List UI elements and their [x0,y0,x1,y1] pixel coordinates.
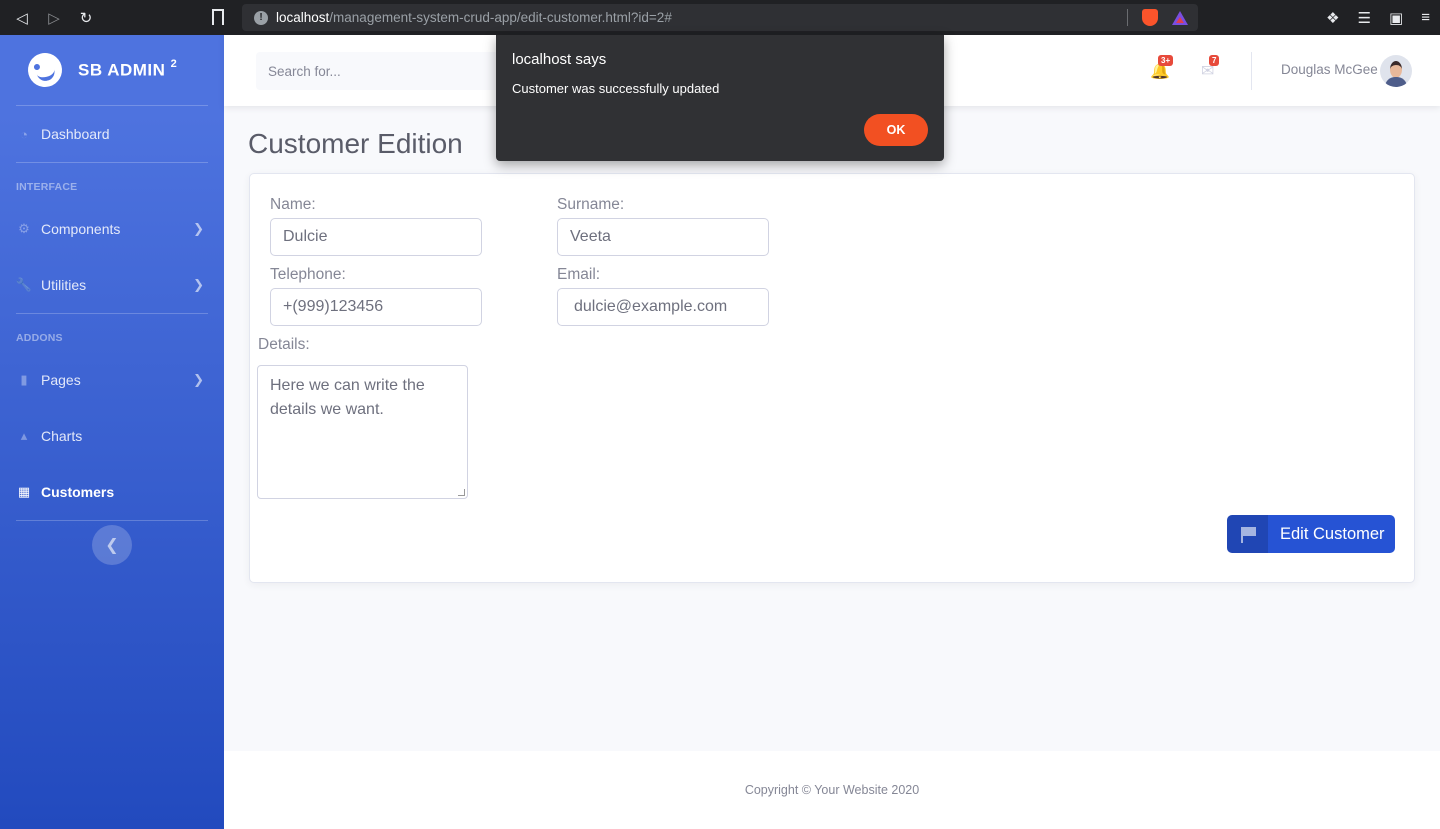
dialog-ok-button[interactable]: OK [864,114,928,146]
brave-shield-icon[interactable] [1142,9,1158,26]
sidebar-item-components[interactable]: ⚙ Components ❯ [0,201,224,257]
wrench-icon: 🔧 [15,277,33,292]
details-textarea[interactable]: Here we can write the details we want. [257,365,468,499]
messages-badge: 7 [1209,55,1220,66]
surname-label: Surname: [557,196,625,213]
site-info-icon[interactable]: ! [254,10,268,25]
sidebar-item-label: Components [41,221,121,237]
playlist-icon[interactable]: ☰ [1358,9,1371,27]
page-title: Customer Edition [248,128,463,159]
tachometer-icon: ◔ [20,126,28,142]
chevron-left-icon: ❮ [105,537,119,554]
table-icon: ▦ [17,484,31,499]
sidebar-item-dashboard[interactable]: ◔ Dashboard [0,106,224,162]
chart-area-icon: ▴ [20,428,28,443]
back-icon[interactable]: ◁ [6,0,38,35]
sidebar-divider [16,520,208,521]
sidebar-item-label: Pages [41,372,81,388]
edit-customer-button[interactable]: Edit Customer [1227,515,1395,553]
reload-icon[interactable]: ↻ [70,0,102,35]
chevron-right-icon: ❯ [193,221,204,236]
surname-input[interactable]: Veeta [557,218,769,256]
cog-icon: ⚙ [18,221,30,236]
email-input[interactable]: dulcie@example.com [557,288,769,326]
telephone-input[interactable]: +(999)123456 [270,288,482,326]
name-label: Name: [270,196,316,213]
telephone-label: Telephone: [270,266,346,283]
sidebar-heading-interface: Interface [16,181,78,193]
sidebar-item-label: Customers [41,484,115,500]
chevron-right-icon: ❯ [193,372,204,387]
brand-text: SB ADMIN 2 [78,57,178,80]
bookmark-icon[interactable] [212,9,224,27]
address-bar[interactable]: ! localhost/management-system-crud-app/e… [242,4,1198,31]
extensions-icon[interactable]: ❖ [1326,9,1339,27]
menu-icon[interactable]: ≡ [1421,9,1430,26]
user-name[interactable]: Douglas McGee [1281,62,1378,77]
forward-icon[interactable]: ▷ [38,0,70,35]
laugh-wink-icon [24,49,66,91]
sidebar-item-charts[interactable]: ▴ Charts [0,408,224,464]
dialog-message: Customer was successfully updated [512,81,720,96]
sidebar-item-customers[interactable]: ▦ Customers [0,464,224,520]
avatar[interactable] [1380,55,1412,87]
sidebar: SB ADMIN 2 ◔ Dashboard Interface ⚙ Compo… [0,35,224,829]
name-input[interactable]: Dulcie [270,218,482,256]
url-path: /management-system-crud-app/edit-custome… [329,10,672,25]
sidebar-item-pages[interactable]: ▮ Pages ❯ [0,352,224,408]
dialog-title: localhost says [512,51,607,68]
sidebar-toggle-button[interactable]: ❮ [92,525,132,565]
details-label: Details: [258,336,310,353]
sidebar-item-utilities[interactable]: 🔧 Utilities ❯ [0,257,224,313]
search-input[interactable]: Search for... [256,52,516,90]
wallet-icon[interactable]: ▣ [1389,9,1403,27]
messages-button[interactable]: ✉ 7 [1201,55,1220,81]
edit-customer-label: Edit Customer [1280,524,1385,543]
flag-icon [1227,515,1268,553]
sidebar-item-label: Utilities [41,277,87,293]
alerts-button[interactable]: 🔔 3+ [1150,55,1174,81]
sidebar-brand[interactable]: SB ADMIN 2 [0,35,224,105]
brave-rewards-icon[interactable] [1172,10,1188,25]
footer: Copyright © Your Website 2020 [224,751,1440,829]
chevron-right-icon: ❯ [193,277,204,292]
alert-dialog: localhost says Customer was successfully… [496,35,944,161]
email-label: Email: [557,266,601,283]
browser-toolbar: ◁ ▷ ↻ ! localhost/management-system-crud… [0,0,1440,35]
topbar-divider [1251,52,1252,90]
folder-icon: ▮ [20,372,28,387]
sidebar-item-label: Dashboard [41,126,110,142]
url-separator [1127,9,1128,26]
sidebar-item-label: Charts [41,428,83,444]
sidebar-heading-addons: Addons [16,332,63,344]
customer-form-card: Name: Dulcie Surname: Veeta Telephone: +… [249,173,1415,583]
url-host: localhost [276,10,330,25]
copyright-text: Copyright © Your Website 2020 [744,783,920,797]
alerts-badge: 3+ [1158,55,1174,66]
